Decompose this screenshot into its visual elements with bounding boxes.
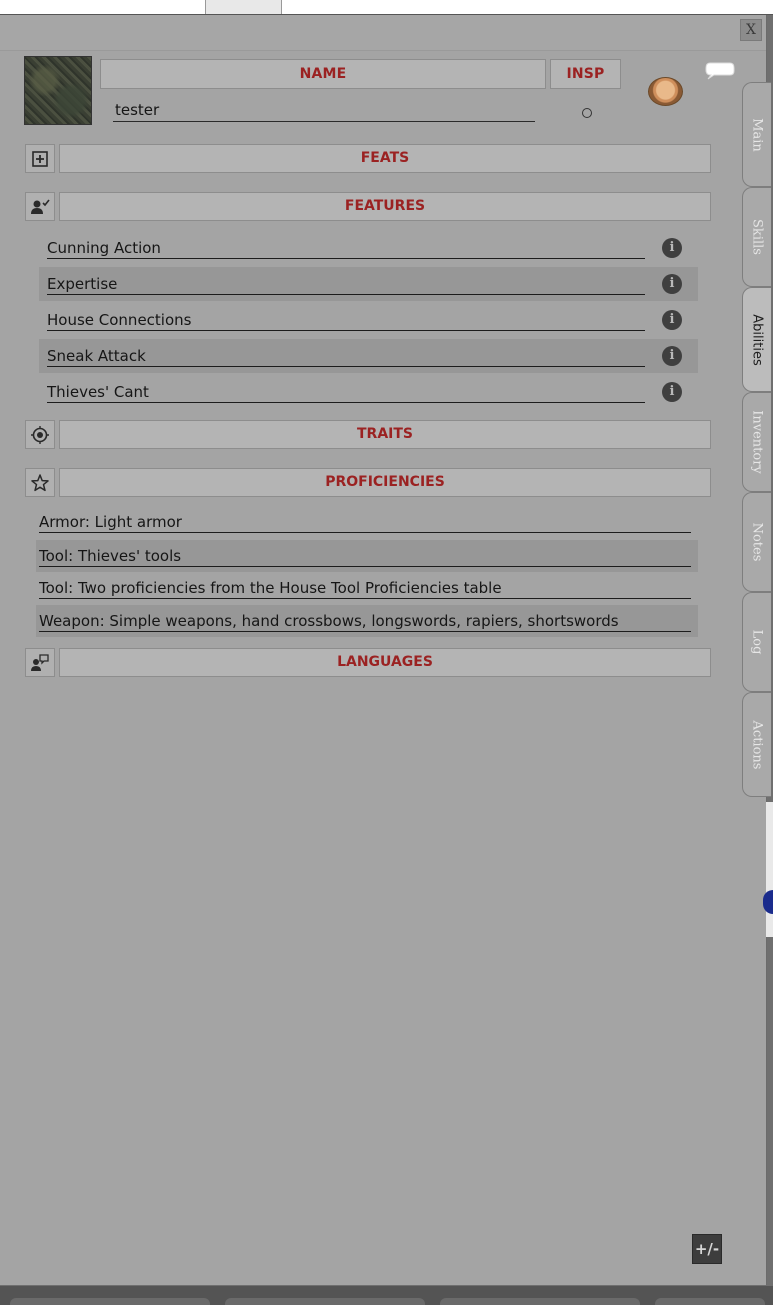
tab-label: Inventory (749, 410, 765, 474)
feature-name[interactable]: Sneak Attack (47, 346, 645, 367)
tab-abilities[interactable]: Abilities (742, 287, 771, 392)
tab-label: Actions (749, 720, 765, 769)
insp-header: INSP (550, 59, 621, 89)
name-header: NAME (100, 59, 546, 89)
tab-log[interactable]: Log (742, 592, 771, 692)
proficiencies-section: PROFICIENCIES (25, 468, 711, 497)
tab-notes[interactable]: Notes (742, 492, 771, 592)
feature-row: House Connections i (39, 303, 698, 337)
proficiencies-header[interactable]: PROFICIENCIES (59, 468, 711, 497)
languages-section: LANGUAGES (25, 648, 711, 677)
bottom-tab[interactable] (655, 1298, 765, 1305)
inspiration-radio[interactable] (582, 108, 592, 118)
proficiencies-icon-button[interactable] (25, 468, 55, 497)
background-token (763, 890, 773, 914)
proficiency-text[interactable]: Weapon: Simple weapons, hand crossbows, … (39, 611, 691, 632)
tab-label: Notes (749, 522, 765, 562)
feats-add-button[interactable] (25, 144, 55, 173)
bottom-tab[interactable] (440, 1298, 640, 1305)
plus-box-icon (32, 150, 48, 167)
host-tab-strip (0, 0, 773, 15)
target-icon (31, 425, 49, 444)
info-icon[interactable]: i (662, 382, 682, 402)
tab-label: Log (749, 629, 765, 655)
features-icon-button[interactable] (25, 192, 55, 221)
feats-section: FEATS (25, 144, 711, 173)
bottom-tab-strip (0, 1286, 773, 1305)
background-panel (766, 802, 773, 937)
features-section: FEATURES (25, 192, 711, 221)
feature-name[interactable]: Expertise (47, 274, 645, 295)
traits-section: TRAITS (25, 420, 711, 449)
proficiency-row: Tool: Two proficiencies from the House T… (36, 572, 698, 604)
bottom-tab[interactable] (225, 1298, 425, 1305)
tab-label: Skills (749, 219, 765, 255)
character-portrait[interactable] (24, 56, 92, 125)
languages-header[interactable]: LANGUAGES (59, 648, 711, 677)
coin-icon[interactable] (648, 77, 683, 106)
side-tabs: Main Skills Abilities Inventory Notes Lo… (742, 62, 773, 802)
resize-icon[interactable]: +/- (692, 1234, 722, 1264)
proficiency-text[interactable]: Tool: Thieves' tools (39, 546, 691, 567)
bottom-tab[interactable] (10, 1298, 210, 1305)
close-button[interactable]: X (740, 19, 762, 41)
proficiency-row: Tool: Thieves' tools (36, 540, 698, 572)
speech-bubble-icon[interactable] (705, 62, 735, 80)
title-bar[interactable]: X (0, 15, 766, 51)
traits-header[interactable]: TRAITS (59, 420, 711, 449)
info-icon[interactable]: i (662, 274, 682, 294)
features-header[interactable]: FEATURES (59, 192, 711, 221)
feature-row: Expertise i (39, 267, 698, 301)
info-icon[interactable]: i (662, 346, 682, 366)
feature-name[interactable]: Cunning Action (47, 238, 645, 259)
speech-person-icon (31, 653, 49, 671)
character-name-field[interactable]: tester (113, 100, 535, 122)
feats-header[interactable]: FEATS (59, 144, 711, 173)
tab-actions[interactable]: Actions (742, 692, 771, 797)
info-icon[interactable]: i (662, 310, 682, 330)
tab-label: Main (749, 117, 765, 152)
feature-row: Cunning Action i (39, 231, 698, 265)
tab-skills[interactable]: Skills (742, 187, 771, 287)
feature-name[interactable]: Thieves' Cant (47, 382, 645, 403)
tab-main[interactable]: Main (742, 82, 771, 187)
proficiency-row: Armor: Light armor (36, 506, 698, 538)
languages-icon-button[interactable] (25, 648, 55, 677)
proficiency-text[interactable]: Armor: Light armor (39, 512, 691, 533)
host-tab[interactable] (205, 0, 282, 14)
tab-label: Abilities (749, 313, 765, 366)
traits-icon-button[interactable] (25, 420, 55, 449)
person-check-icon (31, 199, 50, 214)
feature-row: Thieves' Cant i (39, 375, 698, 409)
feature-row: Sneak Attack i (39, 339, 698, 373)
feature-name[interactable]: House Connections (47, 310, 645, 331)
proficiency-text[interactable]: Tool: Two proficiencies from the House T… (39, 578, 691, 599)
tab-inventory[interactable]: Inventory (742, 392, 771, 492)
star-icon (31, 473, 49, 491)
info-icon[interactable]: i (662, 238, 682, 258)
proficiency-row: Weapon: Simple weapons, hand crossbows, … (36, 605, 698, 637)
